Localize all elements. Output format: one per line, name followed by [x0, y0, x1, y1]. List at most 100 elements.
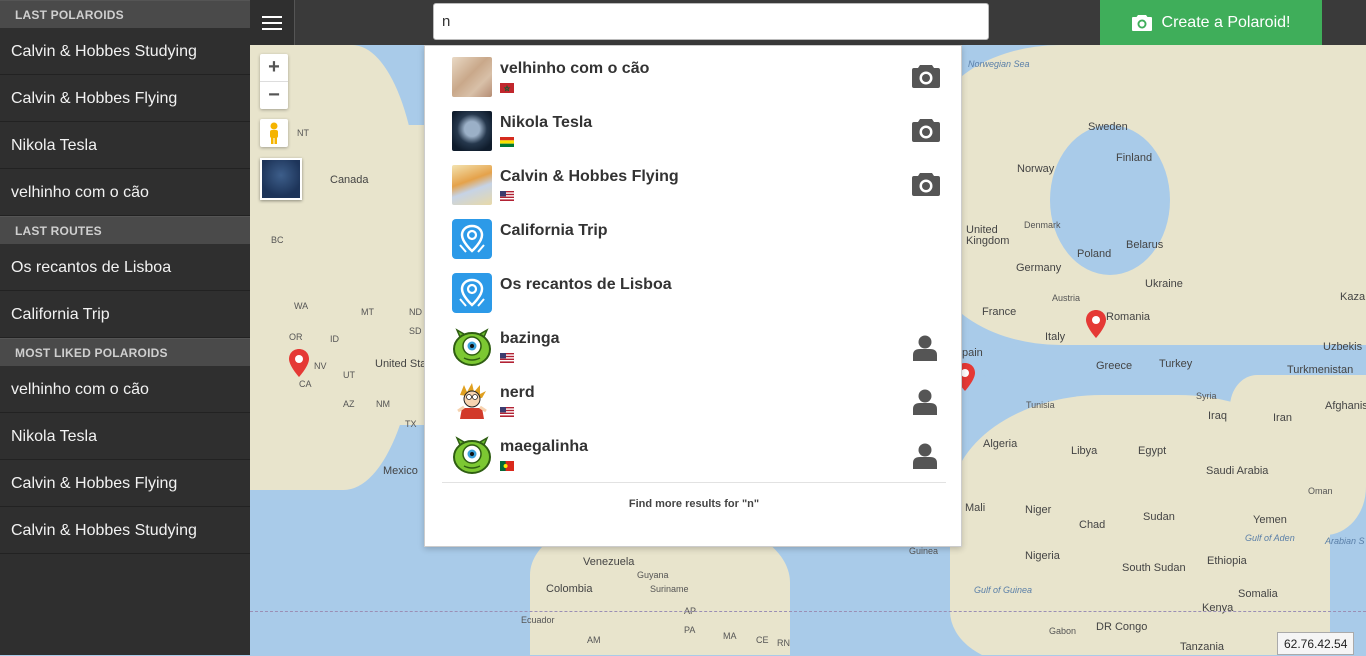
sidebar-item-liked[interactable]: Calvin & Hobbes Studying [0, 507, 250, 554]
polaroid-thumbnail [452, 111, 492, 151]
find-more-results-link[interactable]: Find more results for "n" [442, 482, 946, 510]
sidebar-item-route[interactable]: Os recantos de Lisboa [0, 244, 250, 291]
street-view-pegman-icon[interactable] [260, 119, 288, 147]
map-label: Libya [1071, 445, 1098, 457]
map-label: Tunisia [1026, 400, 1055, 410]
map-label: Somalia [1238, 588, 1278, 600]
zoom-in-button[interactable]: + [260, 54, 288, 82]
map-label: NV [314, 361, 327, 371]
polaroid-thumbnail [452, 57, 492, 97]
map-label: Suriname [650, 584, 689, 594]
map-label: Guyana [637, 570, 669, 580]
map-label: UT [343, 370, 355, 380]
map-label: Gulf of Guinea [974, 585, 1033, 595]
route-pin-icon [452, 273, 492, 313]
map-label: NM [376, 399, 390, 409]
map-label: Germany [1016, 262, 1062, 274]
map-label: South Sudan [1122, 562, 1186, 574]
portugal-flag-icon [500, 461, 514, 471]
map-label: Greece [1096, 360, 1133, 372]
zoom-control: + − [260, 54, 288, 109]
last-routes-header: LAST ROUTES [0, 216, 250, 244]
create-polaroid-button[interactable]: Create a Polaroid! [1100, 0, 1322, 45]
map-label: Kenya [1202, 602, 1234, 614]
sidebar-item-polaroid[interactable]: Calvin & Hobbes Studying [0, 28, 250, 75]
map-label: Afghanis [1325, 400, 1366, 412]
map-label: DR Congo [1096, 621, 1148, 633]
result-title: nerd [500, 384, 535, 401]
map-label: PA [684, 625, 696, 635]
result-title: Os recantos de Lisboa [500, 276, 672, 293]
route-pin-icon [452, 219, 492, 259]
result-title: maegalinha [500, 438, 589, 455]
map-label: Colombia [546, 583, 593, 595]
result-route[interactable]: California Trip [452, 219, 942, 263]
most-liked-header: MOST LIKED POLAROIDS [0, 338, 250, 366]
sidebar-item-route[interactable]: California Trip [0, 291, 250, 338]
user-icon [913, 443, 937, 469]
map-label: Venezuela [583, 556, 635, 568]
bolivia-flag-icon [500, 137, 514, 147]
satellite-view-toggle[interactable] [260, 158, 302, 200]
map-label: SD [409, 326, 422, 336]
search-input[interactable] [433, 3, 989, 40]
zoom-out-button[interactable]: − [260, 82, 288, 109]
map-label: Gabon [1049, 626, 1077, 636]
map-label: Italy [1045, 331, 1066, 343]
result-polaroid[interactable]: velhinho com o cão [452, 57, 942, 101]
user-icon [913, 389, 937, 415]
map-label: Chad [1079, 519, 1106, 531]
map-label: Iran [1273, 412, 1292, 424]
sidebar-item-liked[interactable]: Calvin & Hobbes Flying [0, 460, 250, 507]
result-title: bazinga [500, 330, 560, 347]
map-label: MT [361, 307, 374, 317]
sidebar-item-polaroid[interactable]: Calvin & Hobbes Flying [0, 75, 250, 122]
map-label: Finland [1116, 152, 1153, 164]
map-label: Romania [1106, 311, 1151, 323]
user-avatar [452, 381, 492, 421]
map-label: Egypt [1138, 445, 1167, 457]
map-label: France [982, 306, 1017, 318]
map-label: Guinea [909, 546, 939, 556]
sidebar: LAST POLAROIDS Calvin & Hobbes Studying … [0, 0, 250, 655]
map-label: AZ [343, 399, 355, 409]
sidebar-item-polaroid[interactable]: Nikola Tesla [0, 122, 250, 169]
map-pin-icon[interactable] [289, 349, 309, 377]
result-user[interactable]: bazinga [452, 327, 942, 371]
map-label: TX [405, 419, 417, 429]
arabia-land [1230, 375, 1366, 535]
map-pin-icon[interactable] [1086, 310, 1106, 338]
map-label: WA [294, 301, 309, 311]
map-label: Uzbekis [1323, 341, 1363, 353]
map-label: Austria [1052, 293, 1081, 303]
sidebar-item-liked[interactable]: Nikola Tesla [0, 413, 250, 460]
map-label: pain [962, 347, 983, 359]
map-label: Poland [1077, 248, 1112, 260]
result-title: Calvin & Hobbes Flying [500, 168, 679, 185]
result-user[interactable]: nerd [452, 381, 942, 425]
result-user[interactable]: maegalinha [452, 435, 942, 479]
usa-flag-icon [500, 353, 514, 363]
result-route[interactable]: Os recantos de Lisboa [452, 273, 942, 317]
sidebar-item-liked[interactable]: velhinho com o cão [0, 366, 250, 413]
map-label: Arabian S [1325, 536, 1365, 546]
map-label: Oman [1308, 486, 1333, 496]
user-avatar [453, 436, 491, 474]
result-polaroid[interactable]: Nikola Tesla [452, 111, 942, 155]
map-label: Denmark [1024, 220, 1061, 230]
camera-icon [1131, 15, 1152, 31]
hamburger-menu-icon[interactable] [250, 0, 295, 45]
camera-icon [912, 119, 940, 142]
polaroid-thumbnail [452, 165, 492, 205]
map-label: Kaza [1340, 291, 1366, 303]
map-label: Niger [1025, 504, 1052, 516]
map-label: AM [587, 635, 601, 645]
sidebar-item-polaroid[interactable]: velhinho com o cão [0, 169, 250, 216]
map-label: Norway [1017, 163, 1055, 175]
camera-icon [912, 65, 940, 88]
last-polaroids-header: LAST POLAROIDS [0, 0, 250, 28]
result-title: Nikola Tesla [500, 114, 593, 131]
ip-address-badge: 62.76.42.54 [1277, 632, 1355, 655]
result-polaroid[interactable]: Calvin & Hobbes Flying [452, 165, 942, 209]
map-label: Norwegian Sea [968, 59, 1030, 69]
